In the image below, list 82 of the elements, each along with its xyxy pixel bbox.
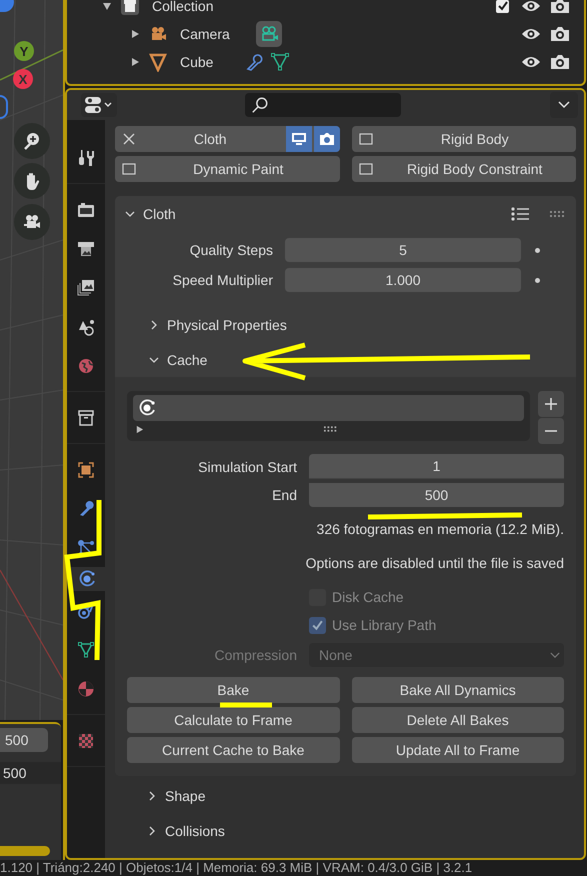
bake-button[interactable]: Bake All Dynamics [352,677,564,703]
panel-title[interactable]: Shape [165,788,206,804]
eye-icon[interactable] [521,55,541,69]
bake-button[interactable]: Bake [127,677,340,703]
checkbox[interactable] [496,0,509,12]
outliner-item[interactable]: Camera [180,26,256,42]
search-field[interactable] [245,93,401,117]
add-physics-icon[interactable] [358,161,374,177]
add-physics-icon[interactable] [358,131,374,147]
outliner-item[interactable]: Collection [152,0,228,14]
eye-icon[interactable] [521,27,541,41]
panel-title[interactable]: Collisions [165,822,225,838]
caret-icon [558,101,570,109]
outliner-item[interactable]: Cube [180,54,256,70]
keyframe-dot-icon[interactable] [535,248,540,252]
physics-button[interactable]: Rigid Body [352,126,576,152]
keyframe-dot-icon[interactable] [535,278,540,282]
dropdown-button[interactable] [550,92,578,118]
frame-field[interactable]: 500 [0,728,48,752]
camera-icon[interactable] [314,126,340,152]
field-label: Speed Multiplier [172,272,274,288]
compression-dropdown[interactable]: None [309,643,564,667]
expand-arrow-icon[interactable] [135,424,144,434]
physics-button[interactable]: Dynamic Paint [115,156,340,182]
tools-icon [76,148,96,168]
add-button[interactable] [538,391,564,417]
frame-number: 500 [0,762,61,784]
field-label: End [271,487,298,503]
checkbox[interactable] [309,616,326,634]
field-label: Simulation Start [197,458,298,474]
subpanel-title[interactable]: Physical Properties [167,316,287,332]
physics-button[interactable]: Cloth [115,126,340,152]
add-physics-icon[interactable] [121,161,137,177]
orbit-icon [137,398,157,418]
remove-button[interactable] [538,418,564,444]
collapsed-arrow-icon[interactable] [130,57,140,67]
collapsed-arrow-icon[interactable] [130,29,140,39]
info-text: 326 fotogramas en memoria (12.2 MiB). [316,520,564,539]
bake-button[interactable]: Current Cache to Bake [127,737,340,763]
drag-handle-icon[interactable] [550,211,566,217]
camera-data-icon[interactable] [256,21,282,47]
field-label: Quality Steps [188,242,274,258]
orbit-icon [77,569,97,589]
plus-icon [544,397,558,411]
wrench-icon[interactable] [244,52,264,72]
scrollbar[interactable] [0,846,50,856]
search-icon [251,96,269,114]
sphere-icon [76,678,96,698]
list-icon[interactable] [510,206,530,222]
bake-button[interactable]: Update All to Frame [352,737,564,763]
box-icon [76,408,96,428]
info-text: Options are disabled until the file is saved [306,554,564,573]
eye-icon[interactable] [521,0,541,13]
close-icon[interactable] [121,131,137,147]
annotation-underline [220,702,272,708]
camera-icon[interactable] [550,26,570,42]
axis-handle[interactable] [0,95,8,119]
square-icon [76,460,96,480]
camera-icon[interactable] [550,54,570,70]
box-icon [120,0,140,16]
number-field[interactable]: 500 [309,483,564,507]
monitor-icon[interactable] [286,126,312,152]
field-label: Compression [214,647,298,663]
panel-title[interactable]: Cloth [143,206,176,222]
triangle-icon [148,52,168,72]
camera-icon[interactable] [550,0,570,14]
number-field[interactable]: 5 [285,238,521,262]
number-field[interactable]: 1 [309,454,564,479]
checkbox-label: Use Library Path [332,617,436,633]
subpanel-title[interactable]: Cache [167,352,208,368]
editor-type-button[interactable] [81,93,117,117]
checkbox-label: Disk Cache [332,589,404,605]
bake-button[interactable]: Calculate to Frame [127,707,340,733]
bake-button[interactable]: Delete All Bakes [352,707,564,733]
triangle-icon[interactable] [270,52,290,72]
expanded-arrow-icon[interactable] [102,1,112,11]
triangle-icon [76,640,96,660]
resize-handle-icon[interactable] [324,426,338,432]
caret-icon [550,652,560,658]
number-field[interactable]: 1.000 [285,268,521,292]
images-icon [76,278,96,298]
physics-button[interactable]: Rigid Body Constraint [352,156,576,182]
